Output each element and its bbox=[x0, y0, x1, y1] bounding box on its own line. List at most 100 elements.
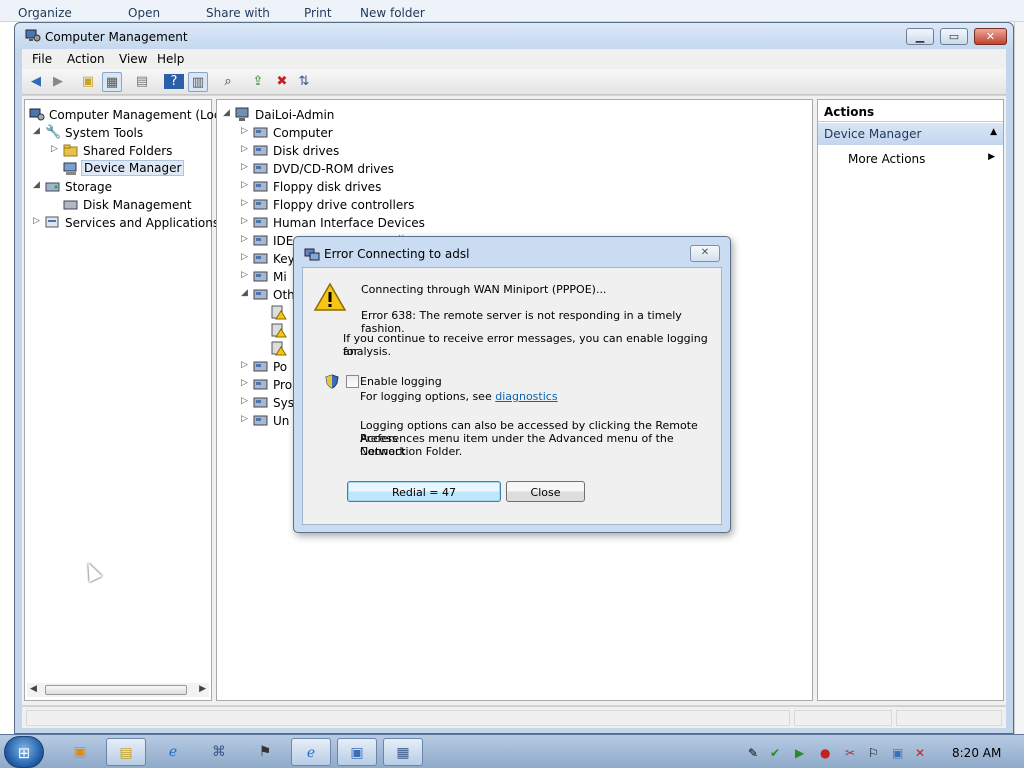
minimize-icon: ▁ bbox=[915, 30, 925, 43]
collapse-up-icon[interactable]: ▲ bbox=[990, 127, 997, 137]
enable-device-button[interactable]: ⇅ bbox=[294, 72, 314, 92]
volume-muted-icon[interactable]: ✕ bbox=[915, 746, 925, 760]
back-button[interactable]: ◀ bbox=[26, 72, 46, 92]
explorer-organize[interactable]: Organize bbox=[18, 6, 72, 20]
taskbar-clock[interactable]: 8:20 AM bbox=[952, 746, 1001, 760]
expand-arrow-icon[interactable]: ◢ bbox=[33, 180, 43, 190]
tree-label: Po bbox=[273, 360, 288, 374]
submenu-arrow-icon: ▶ bbox=[988, 152, 995, 162]
explorer-new-folder[interactable]: New folder bbox=[360, 6, 425, 20]
device-category-icon bbox=[253, 233, 269, 248]
enable-logging-checkbox[interactable] bbox=[346, 375, 359, 388]
taskbar-explorer[interactable]: ▤ bbox=[106, 738, 146, 766]
tree-label: Device Manager bbox=[81, 160, 185, 176]
dialog-close-button[interactable]: ✕ bbox=[690, 245, 720, 262]
menu-help[interactable]: Help bbox=[157, 52, 184, 66]
update-driver-icon: ⇪ bbox=[252, 74, 264, 89]
enable-logging-label[interactable]: Enable logging bbox=[360, 375, 442, 388]
maximize-icon: ▭ bbox=[948, 30, 960, 43]
minimize-button[interactable]: ▁ bbox=[906, 28, 934, 45]
expand-arrow-icon[interactable]: ▷ bbox=[241, 252, 251, 262]
menu-view[interactable]: View bbox=[119, 52, 147, 66]
scroll-left-icon[interactable]: ◀ bbox=[30, 684, 37, 694]
properties-button[interactable]: ▤ bbox=[132, 72, 152, 92]
taskbar-app[interactable]: ⚑ bbox=[245, 738, 285, 766]
actions-group-device-manager[interactable]: Device Manager ▲ bbox=[818, 123, 1003, 145]
menu-action[interactable]: Action bbox=[67, 52, 105, 66]
expand-arrow-icon[interactable]: ◢ bbox=[33, 126, 43, 136]
title-bar[interactable]: Computer Management ▁ ▭ ✕ bbox=[15, 23, 1013, 49]
expand-arrow-icon[interactable]: ▷ bbox=[241, 198, 251, 208]
up-folder-button[interactable]: ▣ bbox=[78, 72, 98, 92]
scan-hardware-button[interactable]: ⌕ bbox=[218, 72, 238, 92]
explorer-print[interactable]: Print bbox=[304, 6, 332, 20]
tree-label: Key bbox=[273, 252, 295, 266]
properties-icon: ▤ bbox=[135, 74, 149, 89]
show-hide-tree-button[interactable]: ▦ bbox=[102, 72, 122, 92]
taskbar-connection[interactable]: ▣ bbox=[337, 738, 377, 766]
tree-label: Human Interface Devices bbox=[273, 216, 425, 230]
access-text-line3: Connection Folder. bbox=[360, 445, 463, 458]
tray-icon-alert[interactable]: ● bbox=[820, 746, 830, 760]
network-connection-icon bbox=[304, 248, 320, 261]
expand-arrow-icon[interactable]: ▷ bbox=[241, 396, 251, 406]
expand-arrow-icon[interactable]: ▷ bbox=[241, 414, 251, 424]
uninstall-button[interactable]: ✖ bbox=[272, 72, 292, 92]
device-category-icon bbox=[253, 143, 269, 158]
start-button[interactable]: ⊞ bbox=[4, 736, 44, 768]
action-center-flag-icon[interactable]: ⚐ bbox=[868, 746, 879, 760]
horizontal-scrollbar[interactable]: ◀ ▶ bbox=[27, 683, 209, 697]
expand-arrow-icon[interactable]: ▷ bbox=[241, 144, 251, 154]
taskbar-internet-explorer[interactable]: ℯ bbox=[153, 738, 193, 766]
taskbar-internet-explorer-2[interactable]: ℯ bbox=[291, 738, 331, 766]
maximize-button[interactable]: ▭ bbox=[940, 28, 968, 45]
expand-arrow-icon[interactable]: ▷ bbox=[241, 270, 251, 280]
tray-icon-tool[interactable]: ✂ bbox=[845, 746, 855, 760]
expand-arrow-icon[interactable]: ▷ bbox=[241, 162, 251, 172]
expand-arrow-icon[interactable]: ▷ bbox=[241, 378, 251, 388]
enable-device-icon: ⇅ bbox=[298, 74, 310, 89]
network-tool-icon: ⌘ bbox=[212, 744, 226, 760]
taskbar-media-player[interactable]: ▣ bbox=[60, 738, 100, 766]
menu-file[interactable]: File bbox=[32, 52, 52, 66]
explorer-scrollbar[interactable] bbox=[1014, 22, 1024, 734]
expand-arrow-icon[interactable]: ▷ bbox=[241, 360, 251, 370]
expand-arrow-icon[interactable]: ◢ bbox=[241, 288, 251, 298]
collapse-arrow-icon[interactable]: ▷ bbox=[51, 144, 61, 154]
redial-button[interactable]: Redial = 47 bbox=[347, 481, 501, 502]
console-tree-pane: Computer Management (Local ◢ 🔧 System To… bbox=[24, 99, 231, 701]
forward-button[interactable]: ▶ bbox=[48, 72, 68, 92]
expand-arrow-icon[interactable]: ▷ bbox=[241, 126, 251, 136]
show-action-pane-button[interactable]: ▥ bbox=[188, 72, 208, 92]
network-status-icon[interactable]: ▣ bbox=[892, 746, 903, 760]
expand-arrow-icon[interactable]: ◢ bbox=[223, 108, 233, 118]
scrollbar-thumb[interactable] bbox=[45, 685, 187, 695]
forward-arrow-icon: ▶ bbox=[53, 74, 63, 89]
help-button[interactable]: ? bbox=[164, 72, 184, 92]
tray-icon-security[interactable]: ✔ bbox=[770, 746, 780, 760]
tree-label: Floppy drive controllers bbox=[273, 198, 415, 212]
taskbar-network-tool[interactable]: ⌘ bbox=[199, 738, 239, 766]
expand-arrow-icon[interactable]: ▷ bbox=[241, 216, 251, 226]
expand-arrow-icon[interactable]: ▷ bbox=[241, 180, 251, 190]
device-category-icon bbox=[253, 197, 269, 212]
explorer-open[interactable]: Open bbox=[128, 6, 160, 20]
dialog-close-action-button[interactable]: Close bbox=[506, 481, 585, 502]
toolbar: ◀ ▶ ▣ ▦ ▤ ? ▥ ⌕ ⇪ ✖ ⇅ bbox=[22, 69, 1006, 95]
actions-group-label: Device Manager bbox=[824, 127, 922, 141]
network-connection-icon: ▣ bbox=[350, 745, 364, 761]
tray-icon-pen[interactable]: ✎ bbox=[748, 746, 758, 760]
tree-label: DVD/CD-ROM drives bbox=[273, 162, 395, 176]
diagnostics-link[interactable]: diagnostics bbox=[495, 390, 557, 403]
more-actions-item[interactable]: More Actions bbox=[848, 152, 925, 166]
close-button[interactable]: ✕ bbox=[974, 28, 1007, 45]
scroll-right-icon[interactable]: ▶ bbox=[199, 684, 206, 694]
unknown-device-warning-icon bbox=[271, 341, 287, 356]
update-driver-button[interactable]: ⇪ bbox=[248, 72, 268, 92]
taskbar-computer-management[interactable]: ▦ bbox=[383, 738, 423, 766]
expand-arrow-icon[interactable]: ▷ bbox=[241, 234, 251, 244]
status-segment bbox=[896, 710, 1002, 726]
explorer-share-with[interactable]: Share with bbox=[206, 6, 270, 20]
tray-icon-play[interactable]: ▶ bbox=[795, 746, 804, 760]
collapse-arrow-icon[interactable]: ▷ bbox=[33, 216, 43, 226]
